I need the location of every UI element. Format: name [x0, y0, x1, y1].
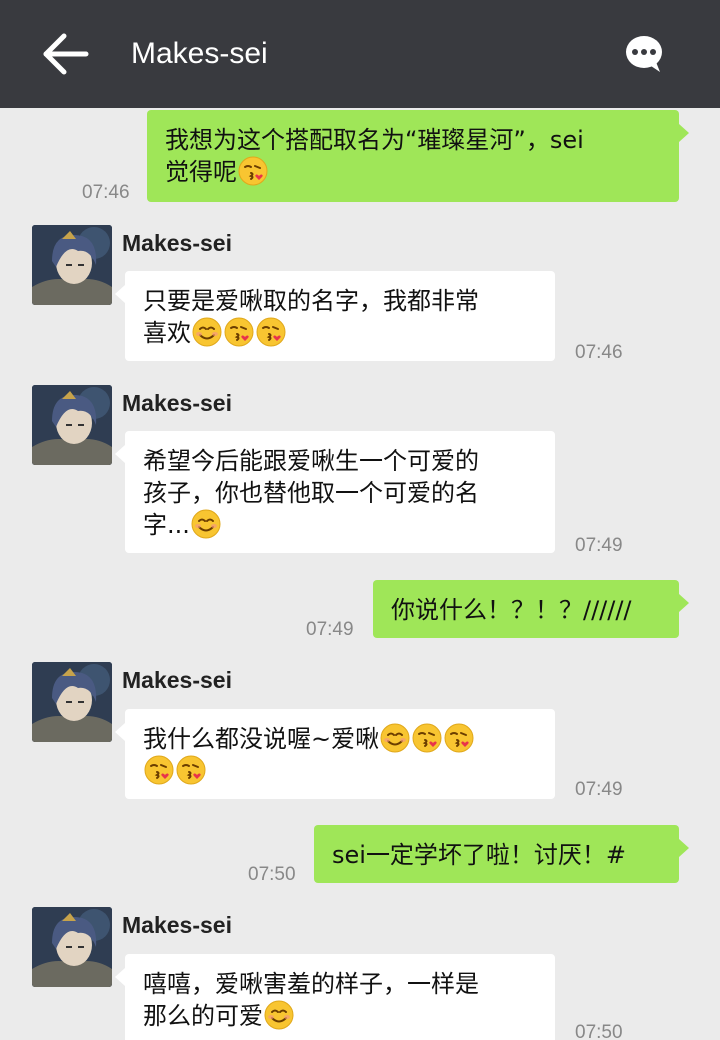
arrow-left-icon — [43, 33, 89, 75]
chat-title: Makes-sei — [131, 37, 268, 70]
timestamp: 07:49 — [575, 779, 623, 800]
message-bubble-incoming[interactable]: 希望今后能跟爱啾生一个可爱的 孩子，你也替他取一个可爱的名 字... — [115, 431, 555, 553]
sender-name: Makes-sei — [122, 912, 232, 938]
top-bar: Makes-sei — [0, 0, 720, 108]
timestamp: 07:50 — [248, 864, 296, 885]
message-text: 字... — [143, 511, 190, 539]
back-button[interactable] — [42, 32, 92, 76]
message-text: 觉得呢 — [165, 158, 237, 186]
message-bubble-incoming[interactable]: 我什么都没说喔~爱啾 — [115, 709, 555, 799]
kiss-emoji-icon — [412, 723, 442, 753]
message-text: sei一定学坏了啦！讨厌！# — [332, 841, 627, 869]
message-bubble-incoming[interactable]: 嘻嘻，爱啾害羞的样子，一样是 那么的可爱 — [115, 954, 555, 1040]
message-text: 我什么都没说喔~爱啾 — [143, 725, 380, 753]
message-text: 孩子，你也替他取一个可爱的名 — [143, 479, 479, 507]
message-bubble-outgoing[interactable]: 我想为这个搭配取名为“璀璨星河”，sei 觉得呢 — [147, 110, 689, 202]
sender-name: Makes-sei — [122, 667, 232, 693]
message-text: 我想为这个搭配取名为“璀璨星河”，sei — [165, 126, 584, 154]
chat-info-button[interactable] — [622, 34, 666, 74]
timestamp: 07:46 — [82, 182, 130, 203]
kiss-emoji-icon — [224, 317, 254, 347]
kiss-emoji-icon — [176, 755, 206, 785]
kiss-emoji-icon — [144, 755, 174, 785]
timestamp: 07:49 — [575, 535, 623, 556]
timestamp: 07:49 — [306, 619, 354, 640]
message-text: 希望今后能跟爱啾生一个可爱的 — [143, 447, 479, 475]
message-bubble-outgoing[interactable]: sei一定学坏了啦！讨厌！# — [314, 825, 689, 883]
smile-emoji-icon — [264, 1000, 294, 1030]
message-text: 你说什么！？！？////// — [391, 596, 632, 624]
smile-emoji-icon — [191, 509, 221, 539]
chat-bubble-icon — [626, 36, 662, 72]
kiss-emoji-icon — [256, 317, 286, 347]
smile-emoji-icon — [380, 723, 410, 753]
smile-emoji-icon — [192, 317, 222, 347]
avatar[interactable] — [32, 385, 112, 465]
avatar[interactable] — [32, 662, 112, 742]
message-text: 那么的可爱 — [143, 1002, 263, 1030]
message-bubble-incoming[interactable]: 只要是爱啾取的名字，我都非常 喜欢 — [115, 271, 555, 361]
timestamp: 07:50 — [575, 1022, 623, 1040]
timestamp: 07:46 — [575, 342, 623, 363]
kiss-emoji-icon — [444, 723, 474, 753]
sender-name: Makes-sei — [122, 390, 232, 416]
avatar[interactable] — [32, 907, 112, 987]
message-bubble-outgoing[interactable]: 你说什么！？！？////// — [373, 580, 689, 638]
kiss-emoji-icon — [238, 156, 268, 186]
message-text: 嘻嘻，爱啾害羞的样子，一样是 — [143, 970, 479, 998]
chat-area[interactable]: 07:46 我想为这个搭配取名为“璀璨星河”，sei 觉得呢 Makes-sei… — [0, 108, 720, 1040]
message-text: 喜欢 — [143, 319, 191, 347]
sender-name: Makes-sei — [122, 230, 232, 256]
message-text: 只要是爱啾取的名字，我都非常 — [143, 287, 479, 315]
avatar[interactable] — [32, 225, 112, 305]
